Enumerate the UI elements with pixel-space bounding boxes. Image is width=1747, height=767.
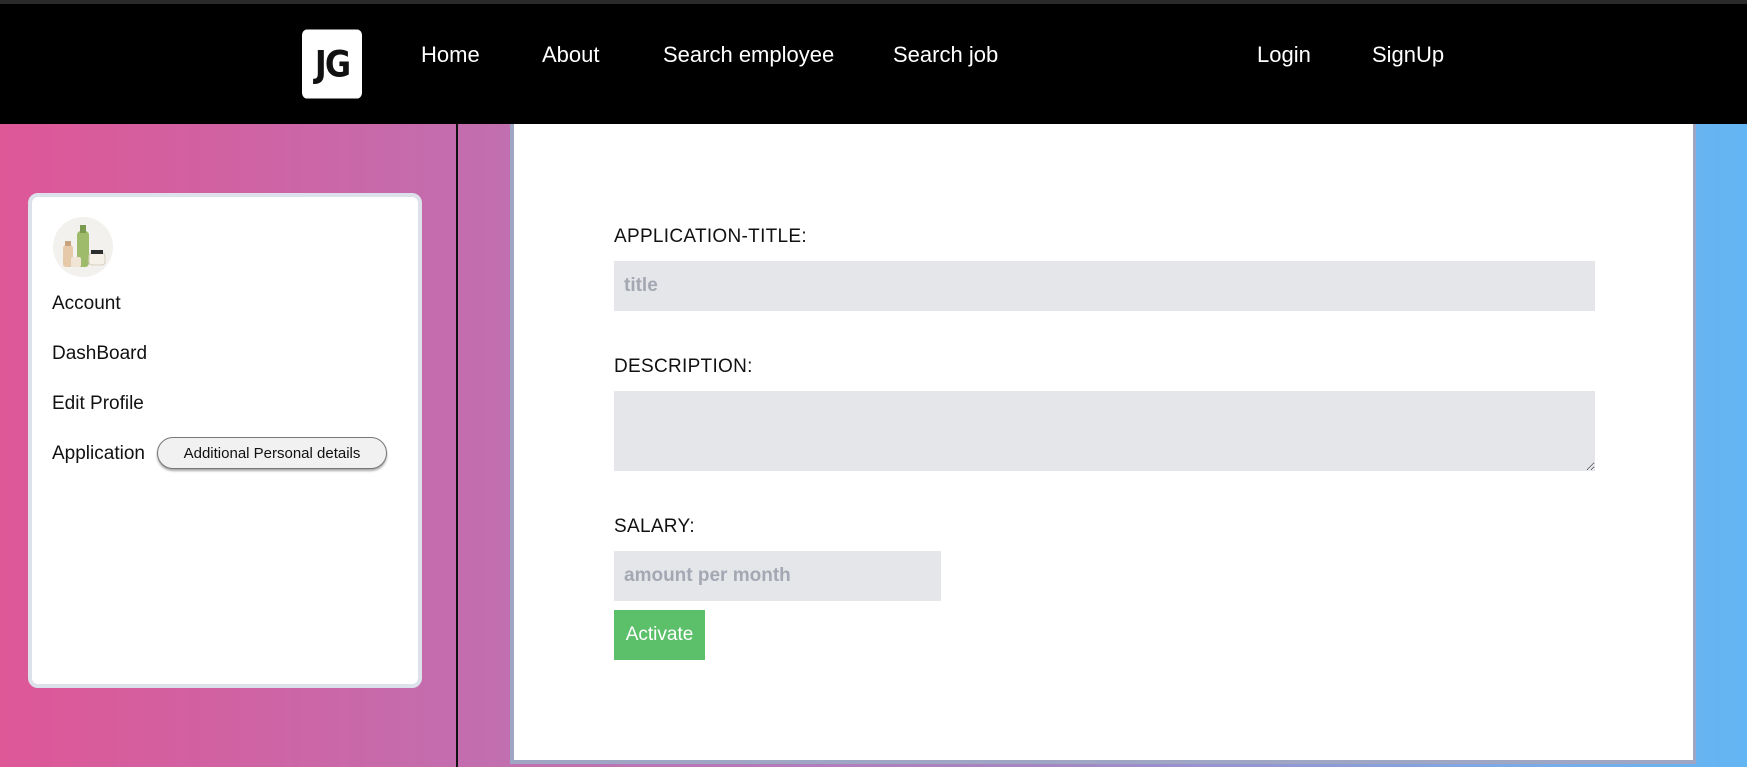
salary-label: SALARY:	[614, 516, 695, 537]
nav-search-employee-link[interactable]: Search employee	[663, 42, 834, 68]
navbar: JG Home About Search employee Search job…	[0, 4, 1747, 124]
sidebar-item-account[interactable]: Account	[52, 293, 121, 315]
activate-button[interactable]: Activate	[614, 610, 705, 660]
application-form-panel: APPLICATION-TITLE: DESCRIPTION: SALARY: …	[510, 124, 1696, 764]
sidebar-item-edit-profile[interactable]: Edit Profile	[52, 393, 144, 415]
nav-login-link[interactable]: Login	[1257, 42, 1311, 68]
product-bottles-avatar-icon	[53, 217, 113, 277]
nav-signup-link[interactable]: SignUp	[1372, 42, 1444, 68]
application-title-input[interactable]	[614, 261, 1595, 311]
sidebar-card: Account DashBoard Edit Profile Applicati…	[28, 193, 422, 688]
sidebar-item-application[interactable]: Application	[52, 443, 145, 465]
nav-search-job-link[interactable]: Search job	[893, 42, 998, 68]
description-label: DESCRIPTION:	[614, 356, 753, 377]
salary-input[interactable]	[614, 551, 941, 601]
avatar[interactable]	[53, 217, 113, 277]
vertical-divider	[456, 124, 458, 767]
description-textarea[interactable]	[614, 391, 1595, 471]
logo[interactable]: JG	[302, 29, 362, 99]
nav-about-link[interactable]: About	[542, 42, 600, 68]
nav-home-link[interactable]: Home	[421, 42, 480, 68]
sidebar-item-dashboard[interactable]: DashBoard	[52, 343, 147, 365]
additional-personal-details-button[interactable]: Additional Personal details	[157, 437, 387, 469]
application-title-label: APPLICATION-TITLE:	[614, 226, 807, 247]
